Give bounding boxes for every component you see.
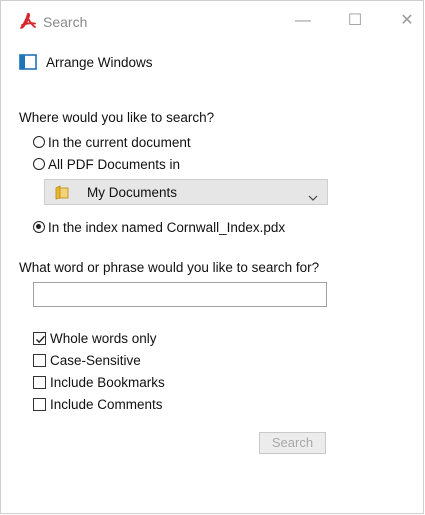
search-phrase-input[interactable] <box>33 282 327 307</box>
arrange-windows-button[interactable]: Arrange Windows <box>19 51 153 73</box>
chevron-down-icon <box>308 188 318 201</box>
minimize-button[interactable]: — <box>289 9 317 33</box>
folder-select-value: My Documents <box>87 185 178 200</box>
search-window: Search — ☐ ✕ Arrange Windows Where would… <box>0 0 424 514</box>
maximize-button[interactable]: ☐ <box>341 9 369 33</box>
title-bar[interactable]: Search — ☐ ✕ <box>1 1 423 41</box>
close-button[interactable]: ✕ <box>393 9 421 33</box>
radio-button-selected[interactable] <box>33 221 45 233</box>
radio-label: In the index named Cornwall_Index.pdx <box>48 219 286 235</box>
arrange-windows-icon <box>19 54 37 70</box>
checkbox-checked[interactable] <box>33 331 46 345</box>
search-button[interactable]: Search <box>259 432 326 454</box>
window-title: Search <box>43 14 88 30</box>
folder-icon <box>54 184 70 200</box>
radio-button[interactable] <box>33 158 45 170</box>
arrange-windows-label: Arrange Windows <box>46 54 153 70</box>
checkbox[interactable] <box>33 375 46 389</box>
option-include-comments[interactable]: Include Comments <box>33 395 163 413</box>
option-case-sensitive[interactable]: Case-Sensitive <box>33 351 141 369</box>
option-include-bookmarks[interactable]: Include Bookmarks <box>33 373 165 391</box>
option-label: Include Comments <box>50 396 163 412</box>
option-label: Case-Sensitive <box>50 352 141 368</box>
folder-select[interactable]: My Documents <box>44 179 328 205</box>
radio-current-document[interactable]: In the current document <box>33 133 191 151</box>
option-whole-words[interactable]: Whole words only <box>33 329 157 347</box>
checkbox[interactable] <box>33 353 46 367</box>
radio-all-pdf-documents[interactable]: All PDF Documents in <box>33 155 180 173</box>
radio-button[interactable] <box>33 136 45 148</box>
option-label: Whole words only <box>50 330 157 346</box>
acrobat-pdf-icon <box>19 12 37 30</box>
radio-label: In the current document <box>48 134 191 150</box>
radio-index[interactable]: In the index named Cornwall_Index.pdx <box>33 218 285 236</box>
search-location-question: Where would you like to search? <box>19 110 215 125</box>
search-phrase-question: What word or phrase would you like to se… <box>19 260 320 275</box>
checkbox[interactable] <box>33 397 46 411</box>
option-label: Include Bookmarks <box>50 374 165 390</box>
radio-label: All PDF Documents in <box>48 156 181 172</box>
